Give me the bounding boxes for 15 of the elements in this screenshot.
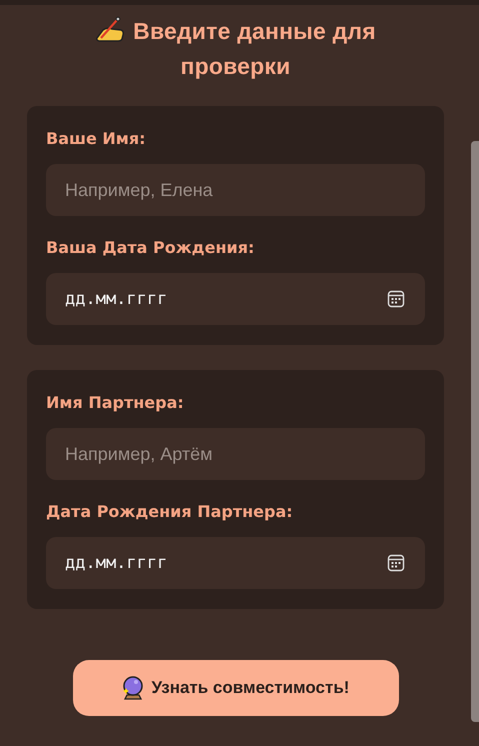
field-label: Ваше Имя: [46,129,147,148]
check-compatibility-button[interactable]: Узнать совместимость! [72,660,398,716]
writing-hand-icon [95,16,126,42]
text-field[interactable]: Например, Елена [46,164,425,216]
crystal-ball-icon [122,676,144,700]
scrollbar-thumb[interactable] [471,141,479,722]
date-field[interactable]: дд.мм.гггг [46,537,425,589]
field-label: Имя Партнера: [46,393,185,412]
calendar-icon[interactable] [387,290,405,308]
calendar-icon[interactable] [387,554,405,572]
page-title: Введите данные для проверки [76,14,396,84]
text-field[interactable]: Например, Артём [46,428,425,480]
field-label: Ваша Дата Рождения: [46,238,256,257]
date-field[interactable]: дд.мм.гггг [46,273,425,325]
field-label: Дата Рождения Партнера: [46,502,294,521]
